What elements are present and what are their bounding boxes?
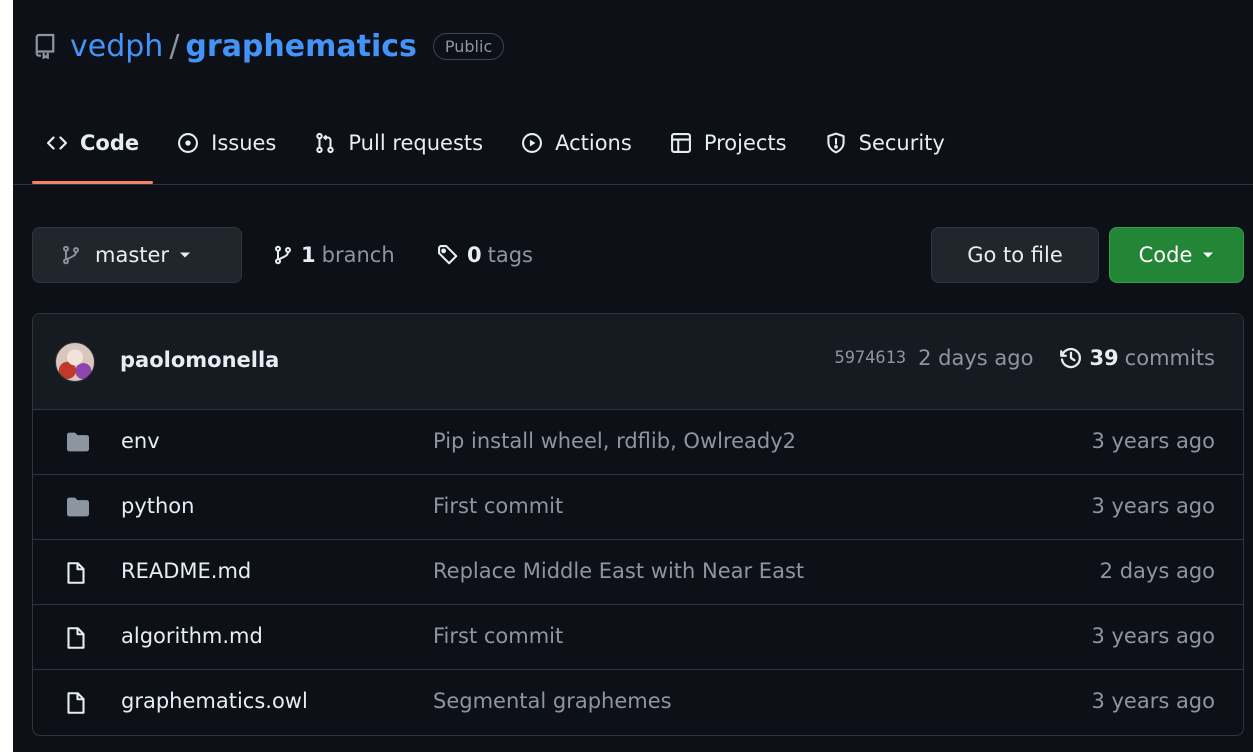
code-icon: [46, 132, 68, 154]
commit-author-link[interactable]: paolomonella: [120, 348, 279, 372]
visibility-badge: Public: [432, 32, 505, 60]
file-age: 3 years ago: [1091, 429, 1215, 453]
branches-link[interactable]: 1 branch: [273, 238, 395, 272]
file-age: 3 years ago: [1091, 689, 1215, 713]
commits-count: 39: [1089, 346, 1119, 370]
repo-separator: /: [169, 28, 180, 64]
tab-pull-requests-label: Pull requests: [348, 131, 484, 155]
git-pull-request-icon: [314, 132, 336, 154]
tab-security-label: Security: [858, 131, 945, 155]
file-name-link[interactable]: env: [121, 429, 160, 453]
file-row[interactable]: graphematics.owl Segmental graphemes 3 y…: [33, 670, 1243, 735]
branch-name: master: [95, 243, 170, 267]
repo-owner-link[interactable]: vedph: [70, 29, 163, 64]
code-dropdown-button[interactable]: Code: [1109, 227, 1244, 283]
branch-select-button[interactable]: master: [32, 227, 242, 283]
file-age: 3 years ago: [1091, 494, 1215, 518]
branches-count: 1: [301, 243, 316, 267]
commits-label: commits: [1124, 346, 1215, 370]
file-name-link[interactable]: python: [121, 494, 194, 518]
file-row[interactable]: python First commit 3 years ago: [33, 475, 1243, 540]
file-name-link[interactable]: graphematics.owl: [121, 689, 308, 713]
tab-issues[interactable]: Issues: [163, 118, 290, 168]
latest-commit-bar: paolomonella 5974613 2 days ago 39 commi…: [33, 314, 1243, 410]
shield-icon: [825, 132, 847, 154]
file-name-link[interactable]: README.md: [121, 559, 251, 583]
file-name-link[interactable]: algorithm.md: [121, 624, 263, 648]
table-icon: [670, 132, 692, 154]
commit-time[interactable]: 2 days ago: [918, 346, 1033, 370]
file-commit-message-link[interactable]: First commit: [433, 494, 563, 518]
tags-link[interactable]: 0 tags: [437, 238, 533, 272]
commit-sha-link[interactable]: 5974613: [834, 348, 906, 368]
nav-divider: [13, 184, 1253, 185]
tags-label: tags: [487, 243, 533, 267]
tab-projects-label: Projects: [703, 131, 787, 155]
file-row[interactable]: README.md Replace Middle East with Near …: [33, 540, 1243, 605]
commit-meta: 5974613 2 days ago 39 commits: [834, 346, 1215, 370]
avatar[interactable]: [55, 342, 95, 382]
chevron-down-icon: [1202, 251, 1214, 259]
file-commit-message-link[interactable]: Pip install wheel, rdflib, Owlready2: [433, 429, 796, 453]
folder-icon: [65, 431, 91, 453]
tab-pull-requests[interactable]: Pull requests: [300, 118, 497, 168]
tab-projects[interactable]: Projects: [656, 118, 801, 168]
tab-code[interactable]: Code: [32, 118, 154, 184]
file-icon: [65, 561, 87, 585]
tab-security[interactable]: Security: [811, 118, 959, 168]
file-commit-message-link[interactable]: Segmental graphemes: [433, 689, 672, 713]
repo-icon: [34, 33, 56, 59]
code-button-label: Code: [1138, 243, 1193, 267]
tab-code-label: Code: [80, 131, 140, 155]
file-icon: [65, 691, 87, 715]
file-row[interactable]: env Pip install wheel, rdflib, Owlready2…: [33, 410, 1243, 475]
tab-issues-label: Issues: [211, 131, 277, 155]
left-edge-strip: [0, 0, 13, 752]
folder-icon: [65, 496, 91, 518]
file-age: 2 days ago: [1099, 559, 1215, 583]
file-browser: paolomonella 5974613 2 days ago 39 commi…: [32, 313, 1244, 736]
chevron-down-icon: [179, 251, 191, 259]
git-branch-icon: [273, 244, 293, 266]
file-commit-message-link[interactable]: First commit: [433, 624, 563, 648]
tab-actions-label: Actions: [555, 131, 632, 155]
go-to-file-button[interactable]: Go to file: [931, 227, 1099, 283]
file-age: 3 years ago: [1091, 624, 1215, 648]
tags-count: 0: [467, 243, 482, 267]
issue-opened-icon: [177, 132, 199, 154]
git-branch-icon: [61, 244, 81, 266]
repo-name-link[interactable]: graphematics: [185, 29, 416, 64]
file-row[interactable]: algorithm.md First commit 3 years ago: [33, 605, 1243, 670]
file-commit-message-link[interactable]: Replace Middle East with Near East: [433, 559, 804, 583]
file-icon: [65, 626, 87, 650]
play-icon: [521, 132, 543, 154]
history-icon: [1059, 346, 1083, 370]
branches-label: branch: [321, 243, 395, 267]
tab-actions[interactable]: Actions: [507, 118, 646, 168]
repo-nav: Code Issues Pull requests Actions Projec…: [32, 118, 1253, 184]
commits-history-link[interactable]: 39 commits: [1059, 346, 1215, 370]
tag-icon: [437, 244, 459, 266]
repo-header: vedph / graphematics Public: [34, 26, 505, 66]
